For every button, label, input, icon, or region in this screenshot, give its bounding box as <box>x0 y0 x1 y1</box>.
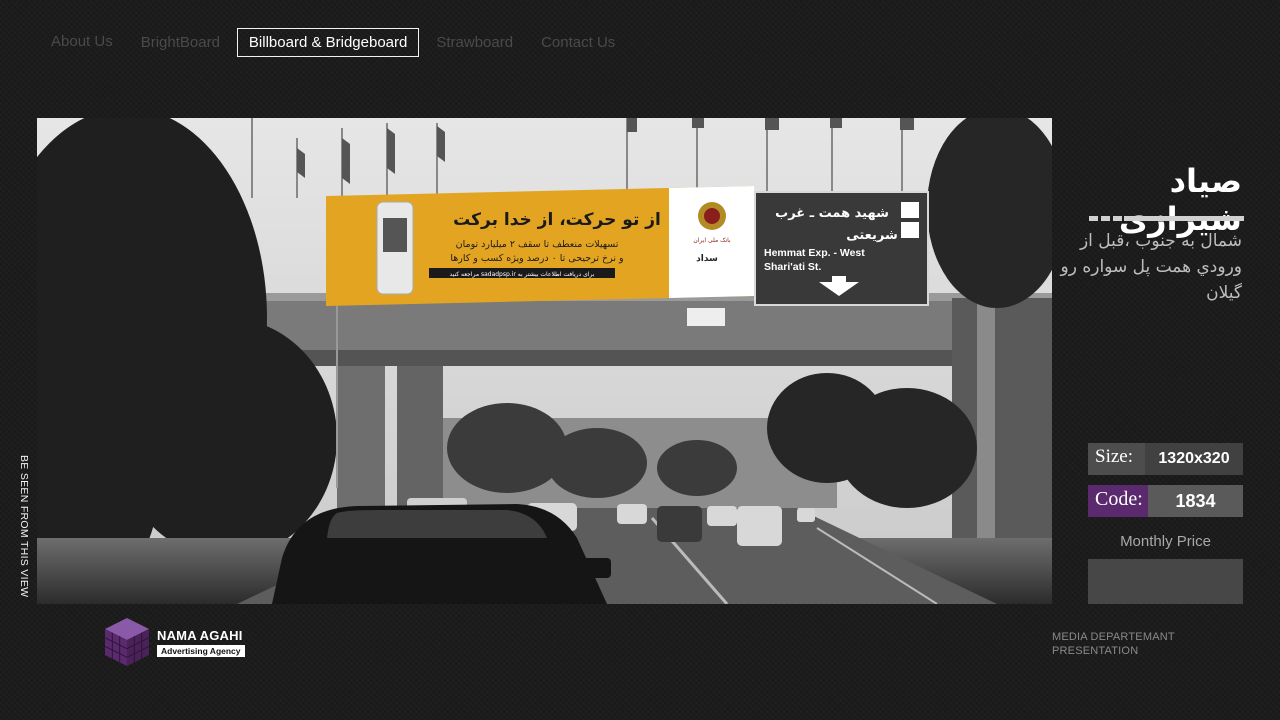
vertical-caption: BE SEEN FROM THIS VIEW <box>18 455 30 598</box>
size-row: Size: 1320x320 <box>1088 443 1243 475</box>
code-value: 1834 <box>1148 485 1243 517</box>
cube-logo-icon <box>104 618 150 666</box>
footer-line2: PRESENTATION <box>1052 645 1139 657</box>
monthly-price-value <box>1088 559 1243 604</box>
nav-contact-us[interactable]: Contact Us <box>530 27 626 58</box>
code-row: Code: 1834 <box>1088 485 1243 517</box>
billboard-brand: سداد <box>696 254 718 264</box>
logo-subtitle: Advertising Agency <box>157 644 245 657</box>
billboard-headline: از تو حرکت، از خدا برکت <box>453 210 661 230</box>
billboard-strip: برای دریافت اطلاعات بیشتر به sadadpsp.ir… <box>450 271 595 278</box>
billboard-bank: بانک ملی ایران <box>693 237 731 244</box>
location-title: صیاد شیرازی <box>1118 162 1242 238</box>
agency-logo[interactable]: NAMA AGAHI Advertising Agency <box>103 616 245 668</box>
logo-name: NAMA AGAHI <box>157 627 243 643</box>
monthly-price-label: Monthly Price <box>1120 533 1211 550</box>
sign-en-line2: Shari'ati St. <box>764 261 821 273</box>
sign-fa-line2: شریعتی <box>846 228 898 243</box>
nav-about-us[interactable]: About Us <box>40 28 124 57</box>
sign-en-line1: Hemmat Exp. - West <box>764 247 865 259</box>
nav-strawboard[interactable]: Strawboard <box>425 27 524 58</box>
billboard-photo: از تو حرکت، از خدا برکت تسهیلات منعطف تا… <box>37 118 1052 604</box>
footer-caption: MEDIA DEPARTEMANT PRESENTATION <box>1052 630 1175 658</box>
size-label: Size: <box>1088 443 1145 475</box>
top-nav: About Us BrightBoard Billboard & Bridgeb… <box>40 27 632 58</box>
location-description: شمال به جنوب ،قبل از ورودي همت پل سواره … <box>1060 231 1243 303</box>
billboard-line2: و نرخ ترجیحی تا ۰ درصد ویژه کسب و کارها <box>450 253 623 264</box>
billboard-line1: تسهیلات منعطف تا سقف ۲ میلیارد تومان <box>456 239 619 250</box>
sign-fa-line1: شهید همت ـ غرب <box>775 206 889 221</box>
nav-brightboard[interactable]: BrightBoard <box>130 27 231 58</box>
size-value: 1320x320 <box>1145 443 1243 475</box>
code-label: Code: <box>1088 485 1148 517</box>
title-divider <box>1089 216 1244 222</box>
nav-billboard-bridgeboard[interactable]: Billboard & Bridgeboard <box>236 28 420 57</box>
footer-line1: MEDIA DEPARTEMANT <box>1052 631 1175 643</box>
street-sign: شهید همت ـ غرب شریعتی Hemmat Exp. - West… <box>754 191 929 306</box>
